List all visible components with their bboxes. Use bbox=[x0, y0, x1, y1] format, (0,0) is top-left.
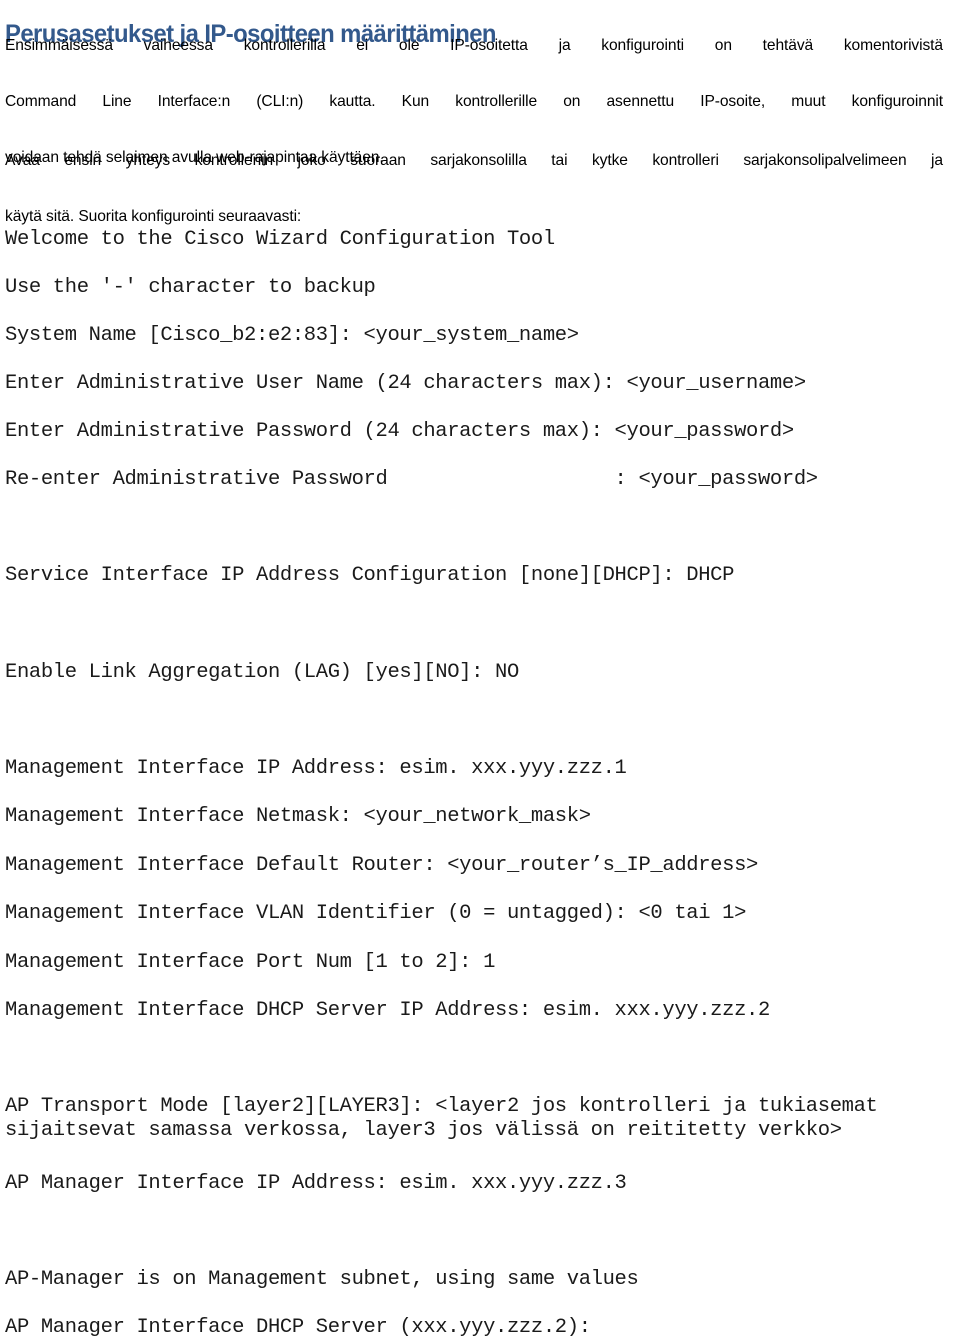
console-line: Enable Link Aggregation (LAG) [yes][NO]:… bbox=[5, 661, 519, 684]
console-line: Enter Administrative User Name (24 chara… bbox=[5, 372, 806, 395]
console-line: Service Interface IP Address Configurati… bbox=[5, 564, 735, 587]
document-page: Perusasetukset ja IP-osoitteen määrittäm… bbox=[0, 0, 960, 1341]
console-line: System Name [Cisco_b2:e2:83]: <your_syst… bbox=[5, 324, 579, 347]
console-line: AP Manager Interface IP Address: esim. x… bbox=[5, 1172, 627, 1195]
console-line: sijaitsevat samassa verkossa, layer3 jos… bbox=[5, 1119, 842, 1142]
console-line: Management Interface Default Router: <yo… bbox=[5, 854, 758, 877]
console-line: AP Transport Mode [layer2][LAYER3]: <lay… bbox=[5, 1095, 878, 1118]
paragraph-instructions: Avaa ensin yhteys kontrolleriin joko suo… bbox=[5, 147, 943, 231]
console-line: Management Interface IP Address: esim. x… bbox=[5, 757, 627, 780]
paragraph-line: käytä sitä. Suorita konfigurointi seuraa… bbox=[5, 208, 302, 225]
console-line: Enter Administrative Password (24 charac… bbox=[5, 420, 794, 443]
paragraph-line: Avaa ensin yhteys kontrolleriin joko suo… bbox=[5, 152, 943, 169]
console-line: Welcome to the Cisco Wizard Configuratio… bbox=[5, 228, 555, 251]
console-line: Use the '-' character to backup bbox=[5, 276, 376, 299]
console-line: Management Interface Netmask: <your_netw… bbox=[5, 805, 591, 828]
console-line: Re-enter Administrative Password : <your… bbox=[5, 468, 818, 491]
console-line: Management Interface DHCP Server IP Addr… bbox=[5, 999, 770, 1022]
console-line: Management Interface Port Num [1 to 2]: … bbox=[5, 951, 496, 974]
console-line: AP-Manager is on Management subnet, usin… bbox=[5, 1268, 639, 1291]
console-line: Management Interface VLAN Identifier (0 … bbox=[5, 902, 747, 925]
paragraph-line: Ensimmäisessä vaiheessa kontrollerilla e… bbox=[5, 37, 943, 54]
console-line: AP Manager Interface DHCP Server (xxx.yy… bbox=[5, 1316, 591, 1339]
paragraph-line: Command Line Interface:n (CLI:n) kautta.… bbox=[5, 93, 943, 110]
